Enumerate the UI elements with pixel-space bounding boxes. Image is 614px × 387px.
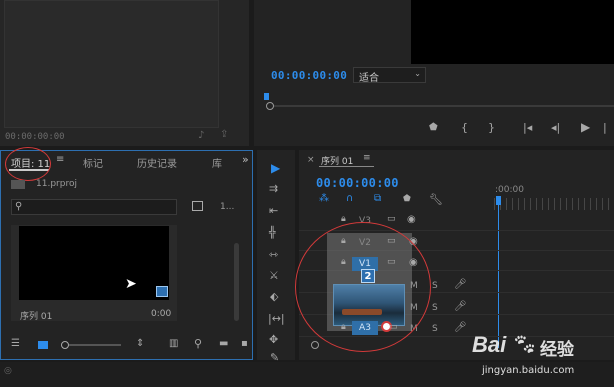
rate-stretch-tool-icon[interactable]: ⇿ xyxy=(269,249,278,260)
watermark-brand: Bai xyxy=(472,332,507,357)
tools-panel: ▶ ⇉ ⇤ ╬ ⇿ ⚔ ⬖ |↔| ✥ ✎ xyxy=(257,150,295,363)
list-view-icon[interactable]: ☰ xyxy=(11,339,20,349)
time-ruler[interactable] xyxy=(494,198,614,210)
eye-icon[interactable]: ◉ xyxy=(407,215,416,225)
new-search-bin-icon[interactable] xyxy=(192,201,203,211)
track-select-tool-icon[interactable]: ⇉ xyxy=(269,183,278,194)
wrench-icon[interactable]: 🔧︎ xyxy=(429,194,443,205)
project-file-name: 11.prproj xyxy=(36,179,77,189)
watermark: Bai 🐾︎ 经验 jingyan.baidu.com xyxy=(470,330,610,382)
lock-icon[interactable]: 🔒︎ xyxy=(341,215,346,224)
step-back-icon[interactable]: ◂| xyxy=(551,122,560,133)
go-to-in-icon[interactable]: |◂ xyxy=(523,122,532,133)
fit-dropdown-value: 适合 xyxy=(359,73,379,84)
item-counter: 1... xyxy=(220,202,235,212)
paw-icon: 🐾︎ xyxy=(512,332,538,356)
sync-lock-icon[interactable]: ▭ xyxy=(387,215,396,224)
nest-icon[interactable]: ⁂ xyxy=(319,194,329,204)
project-file-icon xyxy=(11,180,25,189)
close-icon[interactable]: × xyxy=(307,155,315,165)
search-icon: ⚲ xyxy=(15,201,23,212)
mark-out-icon[interactable]: } xyxy=(488,122,495,133)
mouse-cursor-icon: ➤ xyxy=(125,276,137,292)
solo-button[interactable]: S xyxy=(432,303,438,313)
solo-button[interactable]: S xyxy=(432,324,438,334)
zoom-scrollbar[interactable] xyxy=(266,102,614,110)
solo-button[interactable]: S xyxy=(432,281,438,291)
slide-tool-icon[interactable]: |↔| xyxy=(268,313,285,324)
source-timecode: 00:00:00:00 xyxy=(5,132,65,142)
ruler-label: :00:00 xyxy=(495,185,524,195)
watermark-brand-2: 经验 xyxy=(540,340,574,360)
clip-name: 序列 01 xyxy=(20,312,53,322)
icon-view-icon[interactable] xyxy=(38,341,48,349)
source-monitor: 00:00:00:00 ♪ ⇪ xyxy=(0,0,249,146)
active-tab-underline xyxy=(319,166,374,167)
timeline-playhead[interactable] xyxy=(496,196,501,205)
chevron-down-icon: ⌄ xyxy=(414,69,421,78)
watermark-url: jingyan.baidu.com xyxy=(482,365,575,376)
ripple-edit-tool-icon[interactable]: ⇤ xyxy=(269,205,278,216)
new-item-icon[interactable]: ▪ xyxy=(241,339,248,349)
pen-tool-icon[interactable]: ✥ xyxy=(269,334,278,345)
snap-icon[interactable]: ∩ xyxy=(346,194,353,204)
slip-tool-icon[interactable]: ⬖ xyxy=(270,291,278,302)
annotation-circle xyxy=(295,222,431,352)
panel-menu-icon[interactable]: ≡ xyxy=(56,154,64,165)
tab-libraries[interactable]: 库 xyxy=(212,155,222,170)
program-monitor: 00:00:00:00 适合 ⌄ ⬟ { } |◂ ◂| ▶ | xyxy=(254,0,614,146)
mark-in-icon[interactable]: { xyxy=(461,122,468,133)
status-icon: ◎ xyxy=(4,366,12,376)
add-marker-icon[interactable]: ⬟ xyxy=(429,123,438,133)
audio-only-icon[interactable]: ♪ xyxy=(198,131,204,141)
step-forward-icon[interactable]: | xyxy=(603,122,607,133)
selection-tool-icon[interactable]: ▶ xyxy=(271,162,280,174)
project-scrollbar[interactable] xyxy=(234,243,239,321)
program-timecode[interactable]: 00:00:00:00 xyxy=(271,69,347,82)
find-icon[interactable]: ⚲ xyxy=(194,338,202,349)
microphone-icon[interactable]: 🎤︎ xyxy=(454,302,467,312)
fit-dropdown[interactable]: 适合 ⌄ xyxy=(353,67,426,84)
annotation-circle xyxy=(5,147,51,181)
panel-menu-icon[interactable]: ≡ xyxy=(363,153,371,163)
more-tabs-icon[interactable]: » xyxy=(242,153,249,166)
sort-icons-icon[interactable]: ⇕ xyxy=(136,339,144,349)
source-monitor-view xyxy=(4,0,219,128)
zoom-slider[interactable] xyxy=(61,340,121,350)
clip-duration: 0:00 xyxy=(151,309,172,319)
rolling-edit-tool-icon[interactable]: ╬ xyxy=(269,227,276,238)
new-bin-icon[interactable]: ▬ xyxy=(219,339,228,349)
tab-markers[interactable]: 标记 xyxy=(83,155,103,170)
microphone-icon[interactable]: 🎤︎ xyxy=(454,280,467,290)
tab-history[interactable]: 历史记录 xyxy=(137,155,177,170)
project-panel: 项目: 11 ≡ 标记 历史记录 库 » 11.prproj ⚲ 1... ➤ … xyxy=(0,147,253,360)
add-marker-icon[interactable]: ⬟ xyxy=(403,195,411,204)
playhead-marker[interactable] xyxy=(264,93,269,100)
clip-item[interactable]: ➤ 序列 01 0:00 xyxy=(11,225,177,322)
clip-thumbnail xyxy=(19,226,169,300)
linked-selection-icon[interactable]: ⧉ xyxy=(374,194,381,204)
timeline-panel: × 序列 01 ≡ 00:00:00:00 :00:00 ⁂ ∩ ⧉ ⬟ 🔧︎ … xyxy=(295,150,614,360)
razor-tool-icon[interactable]: ⚔ xyxy=(269,270,279,281)
export-frame-icon[interactable]: ⇪ xyxy=(220,130,228,140)
automate-sequence-icon[interactable]: ▥ xyxy=(169,339,178,349)
program-video-frame xyxy=(411,0,614,64)
play-icon[interactable]: ▶ xyxy=(581,121,590,133)
timeline-timecode[interactable]: 00:00:00:00 xyxy=(316,176,399,190)
sequence-badge-icon xyxy=(156,286,168,297)
microphone-icon[interactable]: 🎤︎ xyxy=(454,323,467,333)
search-input[interactable]: ⚲ xyxy=(11,199,177,215)
